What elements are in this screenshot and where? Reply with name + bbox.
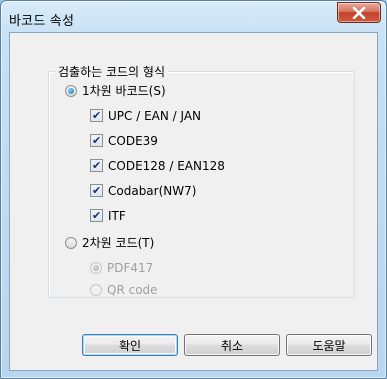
radio-1d-indicator[interactable] [65, 84, 77, 97]
radio-qr-code[interactable]: QR code [90, 281, 158, 298]
checkbox-codabar[interactable]: ✔ Codabar(NW7) [90, 182, 196, 199]
checkbox-indicator[interactable]: ✔ [90, 159, 103, 172]
check-icon: ✔ [92, 134, 102, 147]
radio-qr-label: QR code [107, 282, 158, 297]
checkbox-label: Codabar(NW7) [108, 183, 197, 198]
radio-pdf417[interactable]: PDF417 [90, 259, 153, 276]
dialog-content: 검출하는 코드의 형식 1차원 바코드(S) ✔ UPC / EAN / JAN… [9, 32, 378, 371]
title-bar[interactable]: 바코드 속성 [1, 1, 386, 33]
check-icon: ✔ [92, 184, 102, 197]
radio-2d-label: 2차원 코드(T) [82, 236, 155, 250]
checkbox-indicator[interactable]: ✔ [90, 134, 103, 147]
ok-button[interactable]: 확인 [82, 334, 178, 356]
radio-pdf417-indicator[interactable] [90, 261, 102, 274]
radio-1d-label: 1차원 바코드(S) [82, 84, 166, 98]
group-legend: 검출하는 코드의 형식 [55, 63, 168, 80]
help-button[interactable]: 도움말 [286, 334, 372, 356]
checkbox-label: CODE128 / EAN128 [108, 158, 225, 173]
radio-2d-indicator[interactable] [65, 236, 77, 249]
check-icon: ✔ [92, 209, 102, 222]
check-icon: ✔ [92, 159, 102, 172]
checkbox-code128-ean128[interactable]: ✔ CODE128 / EAN128 [90, 157, 225, 174]
close-button[interactable] [337, 2, 381, 23]
radio-1d-barcode[interactable]: 1차원 바코드(S) [65, 82, 166, 99]
checkbox-indicator[interactable]: ✔ [90, 209, 103, 222]
checkbox-indicator[interactable]: ✔ [90, 184, 103, 197]
checkbox-label: ITF [108, 208, 126, 223]
window-title: 바코드 속성 [9, 14, 75, 29]
radio-2d-code[interactable]: 2차원 코드(T) [65, 234, 154, 251]
checkbox-label: UPC / EAN / JAN [108, 108, 202, 123]
checkbox-itf[interactable]: ✔ ITF [90, 207, 126, 224]
cancel-button[interactable]: 취소 [184, 334, 280, 356]
check-icon: ✔ [92, 109, 102, 122]
barcode-properties-dialog: 바코드 속성 검출하는 코드의 형식 1차원 바코드(S) ✔ UPC / EA… [0, 0, 387, 379]
radio-pdf417-label: PDF417 [107, 260, 154, 275]
checkbox-upc-ean-jan[interactable]: ✔ UPC / EAN / JAN [90, 107, 201, 124]
close-icon [352, 6, 366, 19]
checkbox-label: CODE39 [108, 133, 158, 148]
checkbox-code39[interactable]: ✔ CODE39 [90, 132, 158, 149]
checkbox-indicator[interactable]: ✔ [90, 109, 103, 122]
radio-qr-indicator[interactable] [90, 283, 102, 296]
